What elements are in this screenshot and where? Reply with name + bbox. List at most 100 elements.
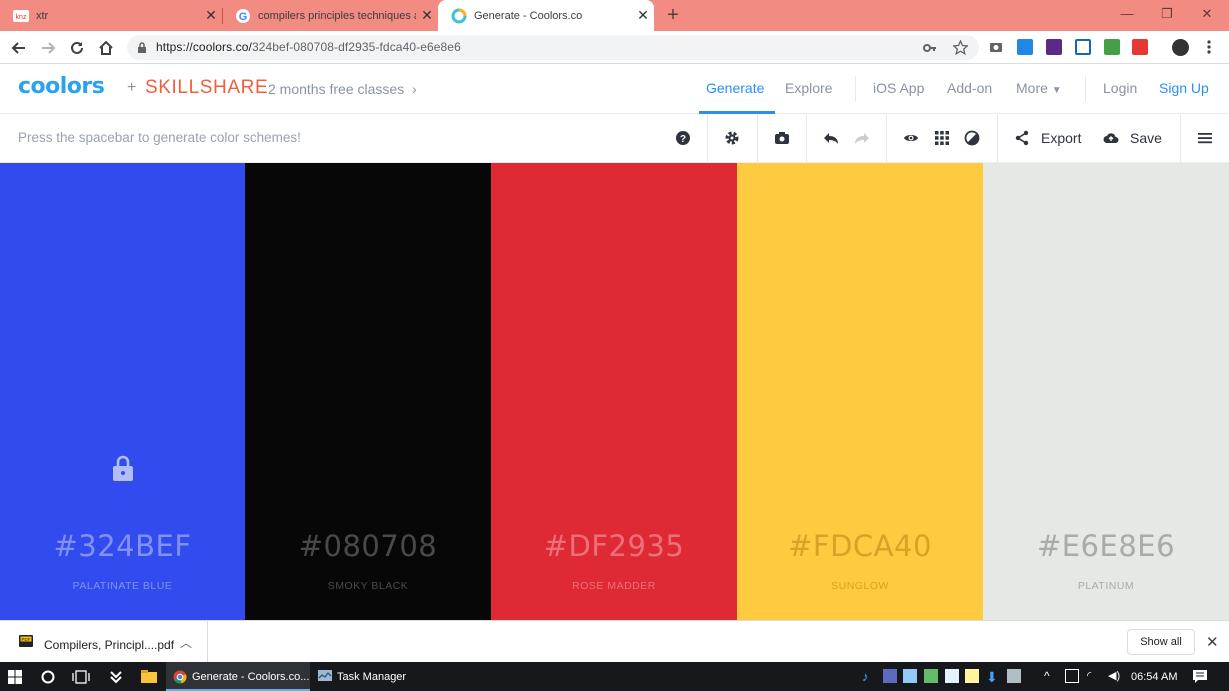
extension-kn-icon[interactable] [1046,39,1062,55]
windows-start-icon[interactable] [8,670,22,684]
login-link[interactable]: Login [1103,80,1137,96]
divider [886,114,887,163]
camera-icon[interactable] [774,130,790,146]
color-swatch[interactable]: #324BEF PALATINATE BLUE [0,163,245,620]
eye-icon[interactable] [903,130,919,146]
arrow-left-icon [11,42,25,54]
chevron-up-icon[interactable]: ^ [1044,669,1058,683]
share-icon [1015,130,1029,146]
hex-code[interactable]: #FDCA40 [737,529,983,563]
kebab-menu-icon[interactable] [1206,40,1212,56]
redo-icon[interactable] [854,130,870,146]
chevron-up-icon[interactable]: ︿ [180,634,192,651]
nav-generate[interactable]: Generate [706,80,764,96]
grid-icon[interactable] [934,130,950,146]
star-icon[interactable] [953,40,968,55]
export-label: Export [1041,130,1082,146]
restore-button[interactable]: ❐ [1147,0,1187,30]
app-icon[interactable] [109,670,123,684]
new-tab-button[interactable]: + [656,0,690,30]
hex-code[interactable]: #DF2935 [491,529,737,563]
wifi-icon[interactable]: ◜ [1087,669,1101,683]
tray-app-icon[interactable] [1007,669,1021,683]
reload-icon [71,41,83,54]
color-swatch[interactable]: #080708 SMOKY BLACK [245,163,491,620]
nav-explore[interactable]: Explore [785,80,832,96]
svg-text:G: G [239,11,248,23]
tray-app-icon[interactable] [965,669,979,683]
extension-kn-red-icon[interactable] [1132,39,1148,55]
color-name[interactable]: SMOKY BLACK [245,580,491,592]
color-swatch[interactable]: #FDCA40 SUNGLOW [737,163,983,620]
reload-button[interactable] [66,37,88,59]
tab-title: xtr [36,9,49,22]
download-arrow-icon[interactable]: ⬇ [986,669,1000,685]
color-name[interactable]: SUNGLOW [737,580,983,592]
address-bar[interactable]: https://coolors.co/324bef-080708-df2935-… [127,35,979,60]
taskbar-app-chrome[interactable]: Generate - Coolors.co... [173,662,309,691]
divider [1085,76,1086,102]
save-label: Save [1130,130,1162,146]
forward-button[interactable] [37,37,59,59]
browser-tab-compilers[interactable]: G compilers principles techniques a ✕ [222,0,438,31]
nav-ios-app[interactable]: iOS App [873,80,924,96]
hex-code[interactable]: #324BEF [0,529,245,563]
color-swatch[interactable]: #DF2935 ROSE MADDER [491,163,737,620]
divider [1180,114,1181,163]
nav-more[interactable]: More ▼ [1016,80,1062,96]
extension-green-icon[interactable] [1104,39,1120,55]
color-name[interactable]: PALATINATE BLUE [0,580,245,592]
help-icon[interactable]: ? [675,130,691,146]
color-name[interactable]: PLATINUM [983,580,1229,592]
hex-code[interactable]: #080708 [245,529,491,563]
skillshare-logo[interactable]: SKILLSHARE [145,77,268,99]
music-icon[interactable]: ♪ [862,669,876,684]
minimize-button[interactable]: — [1107,0,1147,30]
back-button[interactable] [8,37,30,59]
close-window-button[interactable]: ✕ [1187,0,1227,30]
battery-icon[interactable] [1065,669,1079,683]
coolors-logo[interactable]: coolors [18,74,105,99]
contrast-icon[interactable] [964,130,980,146]
hex-code[interactable]: #E6E8E6 [983,529,1229,563]
show-all-button[interactable]: Show all [1127,629,1195,655]
close-tab-icon[interactable]: ✕ [200,7,222,24]
google-icon: G [235,8,251,24]
close-tab-icon[interactable]: ✕ [632,7,654,24]
browser-tab-xtr[interactable]: knz xtr ✕ [0,0,222,31]
taskbar-app-task-manager[interactable]: Task Manager [318,662,406,691]
task-view-icon[interactable] [72,670,90,684]
save-extension-icon[interactable] [1075,39,1091,55]
file-explorer-icon[interactable] [141,670,157,683]
lock-icon [138,42,146,53]
extension-image-icon[interactable] [1017,39,1033,55]
coolors-icon [451,8,467,24]
tray-app-icon[interactable] [945,669,959,683]
browser-tab-coolors[interactable]: Generate - Coolors.co ✕ [438,0,654,31]
nav-addon[interactable]: Add-on [947,80,992,96]
tray-app-icon[interactable] [883,669,897,683]
camera-extension-icon[interactable] [989,40,1003,54]
notifications-icon[interactable] [1193,670,1207,683]
promo-link[interactable]: 2 months free classes › [268,81,417,97]
tray-app-icon[interactable] [903,669,917,683]
signup-link[interactable]: Sign Up [1159,80,1209,96]
close-tab-icon[interactable]: ✕ [416,7,438,24]
download-item[interactable]: PDF Compilers, Principl....pdf ︿ [0,621,208,663]
avatar[interactable] [1172,39,1189,56]
cloud-upload-icon [1103,133,1119,143]
clock[interactable]: 06:54 AM [1131,671,1177,683]
lock-icon[interactable] [112,455,134,481]
home-button[interactable] [95,37,117,59]
hamburger-menu-icon[interactable] [1197,130,1213,146]
key-icon[interactable] [923,41,937,55]
gear-icon[interactable] [724,130,740,146]
speaker-icon[interactable]: ◀) [1108,669,1122,683]
site-header: coolors + SKILLSHARE 2 months free class… [0,64,1229,114]
close-download-bar-icon[interactable]: ✕ [1206,633,1219,651]
color-name[interactable]: ROSE MADDER [491,580,737,592]
tray-app-icon[interactable] [924,669,938,683]
cortana-icon[interactable] [41,670,55,684]
undo-icon[interactable] [823,130,839,146]
color-swatch[interactable]: #E6E8E6 PLATINUM [983,163,1229,620]
